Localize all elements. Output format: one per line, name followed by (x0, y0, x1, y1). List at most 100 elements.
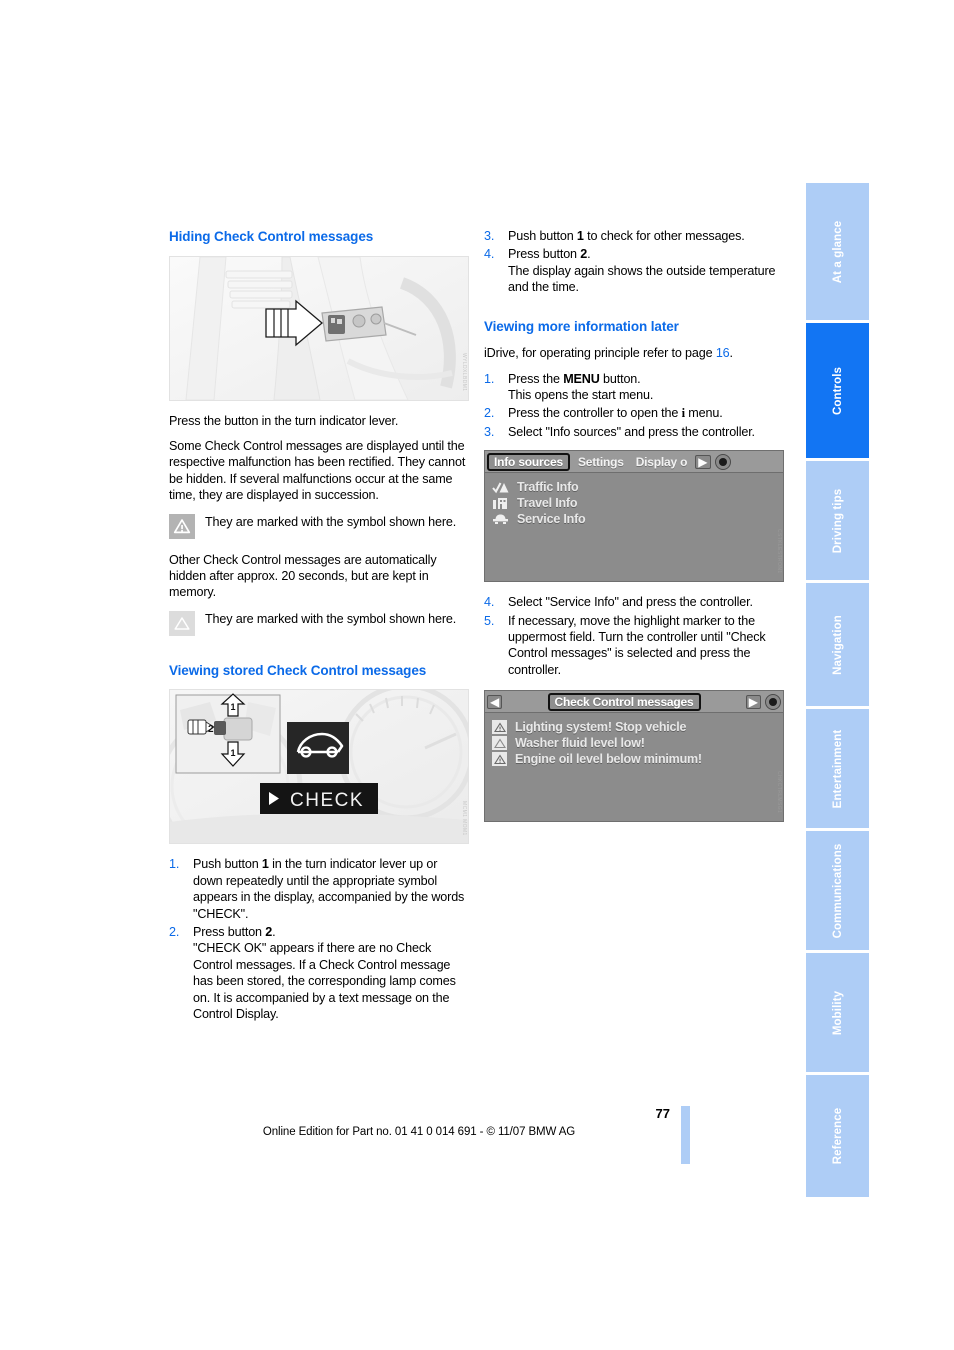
warning-triangle-exclamation-icon (169, 513, 195, 539)
step-text: If necessary, move the highlight marker … (508, 613, 766, 677)
paragraph-idrive-reference: iDrive, for operating principle refer to… (484, 346, 733, 361)
traffic-info-icon (492, 480, 509, 494)
list-item: 4. Press button 2. The display again sho… (484, 246, 784, 295)
list-item[interactable]: Engine oil level below minimum! (485, 751, 783, 767)
service-info-icon (492, 512, 509, 526)
check-control-messages-screenshot: ◀ Check Control messages ▶ Lighting syst… (484, 690, 784, 823)
footer-imprint: Online Edition for Part no. 01 41 0 014 … (262, 1126, 576, 1138)
tab-display-off[interactable]: Display o (632, 454, 692, 470)
step-subtext: "CHECK OK" appears if there are no Check… (193, 941, 456, 1021)
step-subtext: This opens the start menu. (508, 387, 654, 402)
sidebar-item-mobility[interactable]: Mobility (806, 953, 869, 1075)
tab-label: Controls (831, 366, 844, 415)
svg-text:CHECK: CHECK (290, 790, 364, 811)
warning-triangle-icon (492, 720, 507, 735)
steps-select-service-info: 4. Select "Service Info" and press the c… (484, 594, 784, 678)
step-number: 1. (169, 857, 180, 872)
section-tab-rail: At a glance Controls Driving tips Naviga… (806, 183, 869, 1197)
menu-item-label: Travel Info (517, 496, 578, 511)
note-persistent-symbol: They are marked with the symbol shown he… (169, 513, 469, 543)
figure-caption-code: CHKCTRLMSG1 (776, 771, 782, 814)
warning-triangle-icon (492, 752, 507, 767)
step-number: 4. (484, 247, 495, 262)
sidebar-item-at-a-glance[interactable]: At a glance (806, 183, 869, 323)
controller-knob-icon[interactable] (765, 693, 781, 710)
note-auto-hidden-symbol: They are marked with the symbol shown he… (169, 610, 469, 640)
message-label: Engine oil level below minimum! (515, 752, 702, 767)
heading-hiding-check-control: Hiding Check Control messages (169, 229, 374, 244)
figure-caption-code: MCM1 MOM1 (461, 800, 467, 836)
message-label: Lighting system! Stop vehicle (515, 720, 687, 735)
right-column: 3. Push button 1 to check for other mess… (484, 228, 784, 834)
sidebar-item-controls[interactable]: Controls (806, 323, 869, 461)
sidebar-item-navigation[interactable]: Navigation (806, 583, 869, 709)
info-sources-menu-screenshot: Info sources Settings Display o ▶ Traffi… (484, 450, 784, 583)
footer-accent-bar (681, 1106, 690, 1164)
warning-triangle-icon (492, 736, 507, 751)
next-arrow-icon[interactable]: ▶ (695, 454, 711, 469)
controller-knob-icon[interactable] (714, 453, 731, 470)
list-item[interactable]: Washer fluid level low! (485, 735, 783, 751)
cluster-drawing: 1 1 2 CHECK (170, 690, 468, 844)
paragraph-press-button: Press the button in the turn indicator l… (169, 413, 399, 428)
check-control-message-list: Lighting system! Stop vehicle Washer flu… (485, 713, 783, 821)
steps-hiding-continued: 3. Push button 1 to check for other mess… (484, 228, 784, 296)
step-text: Press the controller to open the i menu. (508, 406, 723, 421)
step-text: Press the MENU button. (508, 371, 641, 386)
step-number: 3. (484, 424, 495, 439)
list-item: 4. Select "Service Info" and press the c… (484, 594, 784, 610)
page-number: 77 (655, 1106, 670, 1121)
list-item: 5. If necessary, move the highlight mark… (484, 613, 784, 679)
previous-arrow-icon[interactable]: ◀ (487, 694, 503, 709)
sidebar-item-reference[interactable]: Reference (806, 1075, 869, 1197)
step-number: 1. (484, 371, 495, 386)
tab-label: Mobility (831, 990, 844, 1035)
menu-item-label: Traffic Info (517, 480, 579, 495)
tab-info-sources[interactable]: Info sources (487, 452, 570, 471)
tab-label: Driving tips (831, 488, 844, 553)
next-arrow-icon[interactable]: ▶ (745, 694, 761, 709)
sidebar-item-entertainment[interactable]: Entertainment (806, 709, 869, 831)
note-text: They are marked with the symbol shown he… (205, 611, 457, 626)
list-item: 1. Press the MENU button. This opens the… (484, 371, 784, 404)
left-column: Hiding Check Control messages WYLDXLBDM1… (169, 228, 469, 1024)
travel-info-icon (492, 496, 509, 510)
heading-viewing-more-information: Viewing more information later (484, 318, 679, 334)
svg-text:1: 1 (230, 748, 235, 758)
step-text: Push button 1 to check for other message… (508, 229, 745, 243)
menu-item-label: Service Info (517, 512, 586, 527)
step-text: Select "Info sources" and press the cont… (508, 424, 755, 439)
lever-drawing (170, 256, 468, 400)
tab-label: Communications (831, 843, 844, 938)
heading-viewing-stored-messages: Viewing stored Check Control messages (169, 662, 427, 678)
menu-item-service-info[interactable]: Service Info (485, 511, 783, 527)
title-check-control-messages[interactable]: Check Control messages (547, 692, 701, 711)
menu-item-travel-info[interactable]: Travel Info (485, 495, 783, 511)
sidebar-item-communications[interactable]: Communications (806, 831, 869, 953)
tab-label: Reference (831, 1107, 844, 1165)
step-subtext: The display again shows the outside temp… (508, 263, 776, 295)
menu-item-traffic-info[interactable]: Traffic Info (485, 479, 783, 495)
message-label: Washer fluid level low! (515, 736, 645, 751)
instrument-cluster-check-illustration: 1 1 2 CHECK MCM1 MOM1 (169, 689, 469, 845)
figure-caption-code: WYLDXLBDM1 (461, 353, 467, 392)
tab-label: Navigation (831, 614, 844, 675)
steps-viewing-stored: 1. Push button 1 in the turn indicator l… (169, 856, 469, 1022)
step-text: Press button 2. (508, 247, 591, 262)
svg-text:2: 2 (208, 724, 214, 735)
figure-caption-code: CSTKLESTRON1 (776, 528, 782, 574)
list-item: 1. Push button 1 in the turn indicator l… (169, 856, 469, 922)
paragraph-some-messages: Some Check Control messages are displaye… (169, 438, 466, 503)
page-reference-link[interactable]: 16 (716, 346, 730, 360)
list-item[interactable]: Lighting system! Stop vehicle (485, 719, 783, 735)
sidebar-item-driving-tips[interactable]: Driving tips (806, 461, 869, 583)
step-text: Push button 1 in the turn indicator leve… (193, 857, 465, 921)
tab-label: At a glance (831, 220, 844, 283)
list-item: 2. Press the controller to open the i me… (484, 405, 784, 421)
step-number: 4. (484, 595, 495, 610)
step-number: 5. (484, 613, 495, 628)
step-number: 3. (484, 229, 495, 243)
idrive-tab-bar: Info sources Settings Display o ▶ (485, 451, 783, 474)
tab-settings[interactable]: Settings (574, 454, 628, 470)
list-item: 2. Press button 2. "CHECK OK" appears if… (169, 924, 469, 1022)
